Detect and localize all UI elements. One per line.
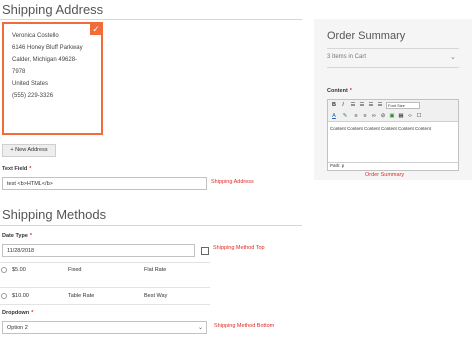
shipping-address-title: Shipping Address	[2, 2, 104, 17]
date-type-label: Date Type *	[2, 233, 32, 239]
highlight-icon[interactable]: ✎	[341, 112, 349, 120]
address-country: United States	[12, 81, 49, 87]
calendar-icon[interactable]	[201, 247, 209, 255]
image-icon[interactable]: ▣	[388, 112, 396, 120]
font-size-label: Font Size	[388, 103, 405, 108]
editor-toolbar: B I ☰ ☰ ☰ ☰ Font Size A ✎ ≡ ≡ ∞ ⊘ ▣ ▦ ‹›…	[328, 100, 458, 122]
chevron-down-icon: ⌄	[197, 325, 203, 331]
date-type-label-text: Date Type	[2, 233, 28, 239]
dropdown-hint: Shipping Method Bottom	[214, 323, 275, 329]
content-label: Content *	[327, 88, 352, 94]
shipping-methods-divider	[0, 225, 302, 226]
method-carrier: Flat Rate	[144, 267, 167, 273]
bold-icon[interactable]: B	[330, 101, 338, 109]
address-city: Calder, Michigan 49628-	[12, 57, 78, 63]
source-code-icon[interactable]: ‹›	[406, 112, 414, 120]
methods-divider-middle	[0, 287, 210, 288]
address-street: 6146 Honey Bluff Parkway	[12, 45, 83, 51]
order-summary-divider-2	[327, 67, 459, 68]
order-summary-title: Order Summary	[327, 30, 406, 42]
text-field-label-text: Text Field	[2, 166, 28, 172]
numbered-list-icon[interactable]: ≡	[361, 112, 369, 120]
shipping-address-divider	[0, 19, 302, 20]
align-right-icon[interactable]: ☰	[367, 101, 375, 109]
items-in-cart-toggle[interactable]: 3 Items in Cart	[327, 54, 366, 60]
methods-divider-top	[0, 262, 210, 263]
method-radio-table-rate[interactable]	[1, 293, 7, 299]
align-center-icon[interactable]: ☰	[358, 101, 366, 109]
italic-icon[interactable]: I	[339, 101, 347, 109]
text-color-icon[interactable]: A	[330, 112, 338, 120]
text-field-hint: Shipping Address	[211, 179, 254, 185]
methods-divider-bottom	[0, 304, 210, 305]
address-name: Veronica Costello	[12, 33, 59, 39]
address-phone: (555) 229-3326	[12, 93, 54, 99]
required-marker: *	[29, 233, 33, 239]
checkmark-icon: ✓	[90, 23, 102, 35]
date-hint: Shipping Method Top	[213, 245, 265, 251]
required-marker: *	[29, 166, 32, 172]
align-justify-icon[interactable]: ☰	[376, 101, 384, 109]
method-price: $5.00	[12, 267, 26, 273]
text-field-input[interactable]: test <b>HTML</b>	[2, 177, 207, 190]
dropdown-label-text: Dropdown	[2, 310, 30, 316]
required-marker: *	[349, 88, 352, 94]
required-marker: *	[31, 310, 34, 316]
unlink-icon[interactable]: ⊘	[379, 112, 387, 120]
align-left-icon[interactable]: ☰	[349, 101, 357, 109]
chevron-down-icon[interactable]: ⌄	[450, 53, 456, 61]
link-icon[interactable]: ∞	[370, 112, 378, 120]
order-summary-divider	[327, 48, 459, 49]
dropdown-label: Dropdown *	[2, 310, 33, 316]
shipping-methods-title: Shipping Methods	[2, 207, 107, 222]
wysiwyg-editor[interactable]: B I ☰ ☰ ☰ ☰ Font Size A ✎ ≡ ≡ ∞ ⊘ ▣ ▦ ‹›…	[327, 99, 459, 171]
html-icon[interactable]: ☐	[415, 112, 423, 120]
bullet-list-icon[interactable]: ≡	[352, 112, 360, 120]
content-label-text: Content	[327, 88, 348, 94]
dropdown-select[interactable]: Option 2 ⌄	[2, 321, 207, 334]
date-input[interactable]: 11/28/2018	[2, 244, 195, 257]
order-summary-hint: Order Summary	[365, 172, 405, 178]
order-summary-panel: Order Summary 3 Items in Cart ⌄ Content *…	[314, 19, 472, 180]
editor-content[interactable]: Content Content Content Content Content …	[330, 126, 458, 131]
table-icon[interactable]: ▦	[397, 112, 405, 120]
method-type: Fixed	[68, 267, 82, 273]
method-radio-fixed[interactable]	[1, 267, 7, 273]
new-address-button[interactable]: + New Address	[2, 144, 56, 157]
selected-address-card[interactable]: ✓ Veronica Costello 6146 Honey Bluff Par…	[2, 22, 103, 135]
font-size-select[interactable]: Font Size	[386, 102, 420, 109]
method-carrier: Best Way	[144, 293, 168, 299]
dropdown-value: Option 2	[7, 325, 28, 331]
text-field-label: Text Field *	[2, 166, 31, 172]
editor-path-bar: Path: p	[328, 162, 458, 170]
address-zip: 7978	[12, 69, 26, 75]
method-type: Table Rate	[68, 293, 95, 299]
method-price: $10.00	[12, 293, 29, 299]
